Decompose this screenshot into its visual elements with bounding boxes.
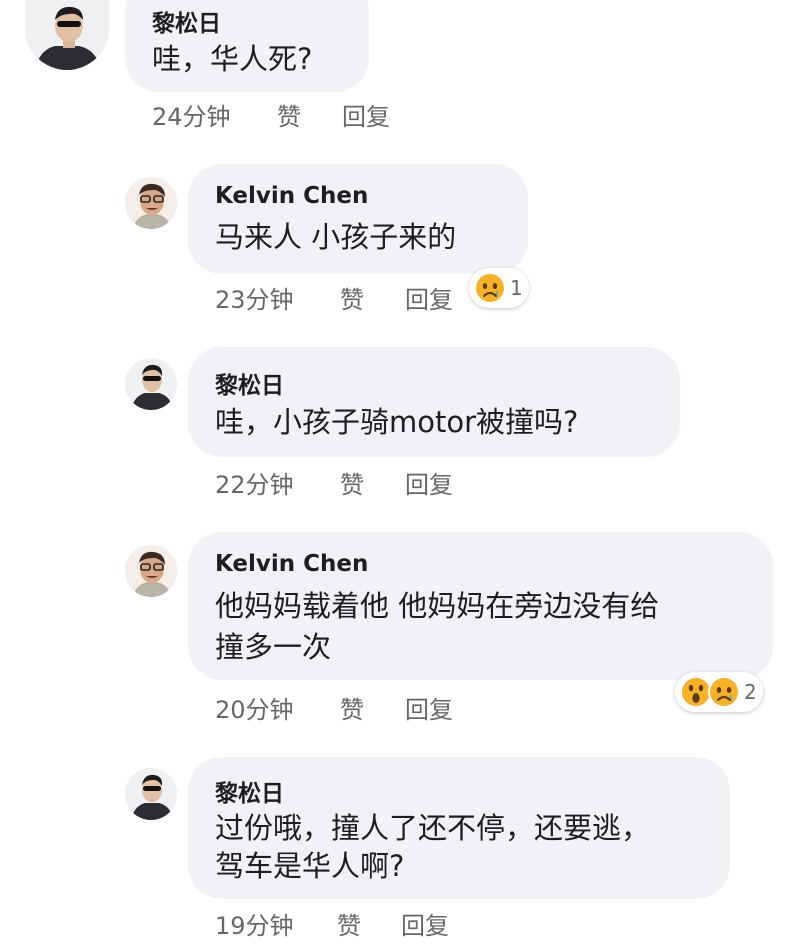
reply-button[interactable]: 回复 [401, 906, 449, 941]
comment-author[interactable]: 黎松日 [215, 774, 284, 808]
comment-5: 黎松日 过份哦，撞人了还不停，还要逃， 驾车是华人啊? 19分钟 赞 回复 [0, 0, 800, 944]
like-button[interactable]: 赞 [337, 906, 361, 941]
profile-photo-icon [125, 768, 177, 820]
comment-text-line-1: 过份哦，撞人了还不停，还要逃， [215, 811, 651, 845]
comment-bubble: 黎松日 过份哦，撞人了还不停，还要逃， 驾车是华人啊? [188, 757, 730, 899]
comment-text-line-2: 驾车是华人啊? [215, 849, 405, 883]
commenter-avatar[interactable] [125, 768, 177, 820]
comment-timestamp: 19分钟 [215, 912, 294, 940]
comment-thread: 黎松日 哇，华人死? 24分钟 赞 回复 Kelvin Chen 马来人 小孩子… [0, 0, 800, 944]
comment-actions: 19分钟 赞 回复 [215, 906, 515, 940]
